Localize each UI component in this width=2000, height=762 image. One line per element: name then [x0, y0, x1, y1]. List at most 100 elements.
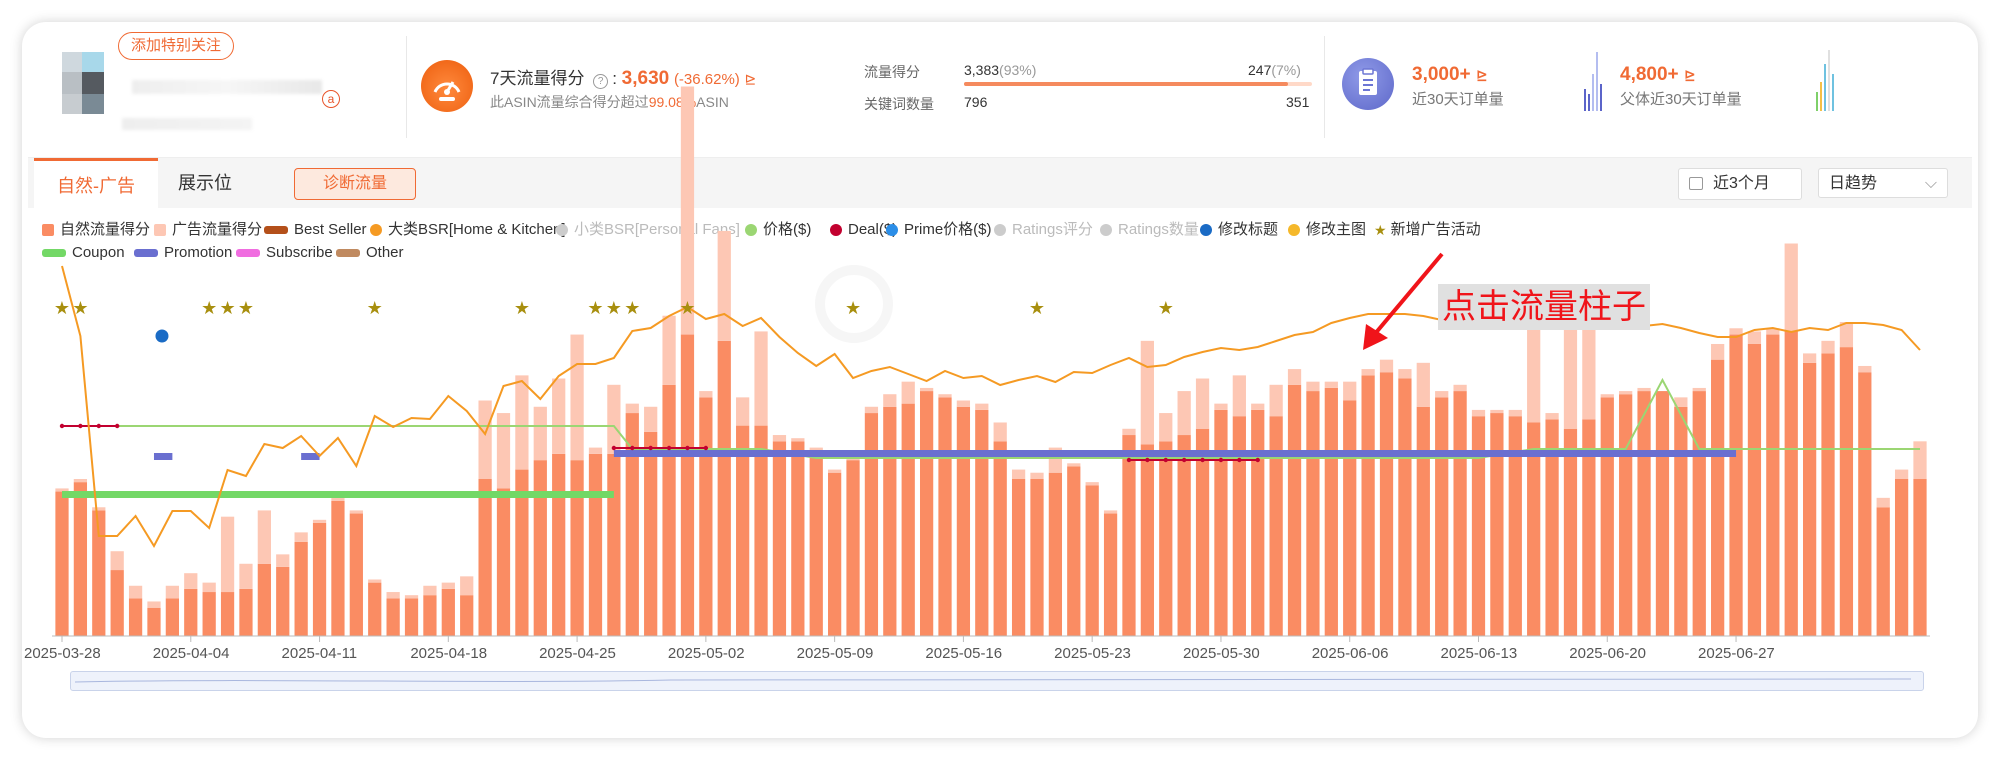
ad-traffic-bar[interactable] [202, 582, 216, 593]
ad-traffic-bar[interactable] [1784, 243, 1798, 332]
ad-traffic-bar[interactable] [607, 384, 621, 454]
natural-traffic-bar[interactable] [1324, 387, 1338, 636]
natural-traffic-bar[interactable] [312, 522, 327, 636]
natural-traffic-bar[interactable] [1269, 416, 1283, 636]
natural-traffic-bar[interactable] [1159, 441, 1173, 636]
ad-traffic-bar[interactable] [276, 554, 290, 567]
ad-traffic-bar[interactable] [1508, 409, 1522, 417]
natural-traffic-bar[interactable] [1619, 394, 1633, 636]
ad-traffic-bar[interactable] [1085, 482, 1099, 486]
ad-traffic-bar[interactable] [570, 334, 584, 461]
natural-traffic-bar[interactable] [1600, 397, 1614, 636]
natural-traffic-bar[interactable] [368, 582, 382, 636]
ad-traffic-bar[interactable] [239, 563, 253, 589]
natural-traffic-bar[interactable] [1140, 444, 1154, 636]
ad-traffic-bar[interactable] [184, 573, 198, 589]
ad-traffic-bar[interactable] [1711, 343, 1725, 360]
natural-traffic-bar[interactable] [1839, 347, 1854, 636]
ad-traffic-bar[interactable] [1821, 340, 1835, 354]
ad-traffic-bar[interactable] [901, 381, 915, 404]
ad-traffic-bar[interactable] [1913, 441, 1927, 479]
natural-traffic-bar[interactable] [975, 409, 989, 636]
ad-traffic-bar[interactable] [1803, 353, 1817, 363]
ad-traffic-bar[interactable] [386, 592, 400, 599]
ad-traffic-bar[interactable] [257, 510, 271, 564]
natural-traffic-bar[interactable] [644, 431, 658, 636]
ad-traffic-bar[interactable] [1232, 375, 1246, 417]
new-ad-campaign-star[interactable]: ★ [587, 298, 603, 319]
natural-traffic-bar[interactable] [276, 566, 290, 636]
ad-traffic-bar[interactable] [1471, 409, 1486, 417]
natural-traffic-bar[interactable] [404, 598, 419, 636]
ad-traffic-bar[interactable] [294, 532, 308, 542]
natural-traffic-bar[interactable] [423, 595, 437, 636]
ad-traffic-bar[interactable] [441, 582, 455, 589]
ad-traffic-bar[interactable] [165, 585, 179, 599]
natural-traffic-bar[interactable] [1894, 479, 1909, 636]
ad-traffic-bar[interactable] [404, 595, 419, 599]
new-ad-campaign-star[interactable]: ★ [1029, 298, 1045, 319]
natural-traffic-bar[interactable] [938, 397, 952, 636]
natural-traffic-bar[interactable] [1361, 375, 1375, 636]
ad-traffic-bar[interactable] [312, 519, 327, 523]
ad-traffic-bar[interactable] [331, 497, 345, 501]
natural-traffic-bar[interactable] [147, 607, 161, 636]
ad-traffic-bar[interactable] [423, 585, 437, 596]
ad-traffic-bar[interactable] [791, 438, 805, 442]
ad-traffic-bar[interactable] [1398, 369, 1412, 379]
natural-traffic-bar[interactable] [1692, 391, 1706, 636]
ad-traffic-bar[interactable] [754, 331, 768, 426]
ad-traffic-bar[interactable] [864, 406, 879, 414]
natural-traffic-bar[interactable] [772, 441, 787, 636]
natural-traffic-bar[interactable] [220, 592, 235, 636]
natural-traffic-bar[interactable] [1416, 406, 1430, 636]
natural-traffic-bar[interactable] [1343, 400, 1357, 637]
natural-traffic-bar[interactable] [956, 406, 971, 636]
natural-traffic-bar[interactable] [754, 425, 768, 636]
ad-traffic-bar[interactable] [1122, 428, 1136, 436]
natural-traffic-bar[interactable] [1214, 409, 1228, 636]
ad-traffic-bar[interactable] [1324, 381, 1338, 388]
ad-traffic-bar[interactable] [1729, 328, 1743, 335]
ad-traffic-bar[interactable] [460, 576, 474, 596]
natural-traffic-bar[interactable] [1103, 513, 1118, 636]
ad-traffic-bar[interactable] [1894, 469, 1909, 479]
natural-traffic-bar[interactable] [1067, 466, 1081, 636]
ad-traffic-bar[interactable] [552, 378, 566, 454]
ad-traffic-bar[interactable] [1416, 362, 1430, 407]
natural-traffic-bar[interactable] [441, 588, 455, 636]
ad-traffic-bar[interactable] [1251, 403, 1265, 410]
ad-traffic-bar[interactable] [368, 579, 382, 583]
ad-traffic-bar[interactable] [1306, 381, 1320, 392]
ad-traffic-bar[interactable] [128, 585, 143, 599]
natural-traffic-bar[interactable] [717, 340, 731, 636]
ad-traffic-bar[interactable] [1067, 463, 1081, 467]
natural-traffic-bar[interactable] [1803, 362, 1817, 636]
natural-traffic-bar[interactable] [864, 413, 879, 636]
new-ad-campaign-star[interactable]: ★ [219, 298, 235, 319]
ad-traffic-bar[interactable] [1490, 409, 1504, 414]
ad-traffic-bar[interactable] [938, 394, 952, 398]
natural-traffic-bar[interactable] [1674, 406, 1688, 636]
natural-traffic-bar[interactable] [1471, 416, 1486, 636]
new-ad-campaign-star[interactable]: ★ [201, 298, 217, 319]
new-ad-campaign-star[interactable]: ★ [238, 298, 254, 319]
ad-traffic-bar[interactable] [1619, 391, 1633, 395]
natural-traffic-bar[interactable] [552, 453, 566, 636]
natural-traffic-bar[interactable] [1379, 372, 1394, 636]
ad-traffic-bar[interactable] [1287, 369, 1302, 385]
natural-traffic-bar[interactable] [901, 403, 915, 636]
ad-traffic-bar[interactable] [1177, 391, 1191, 436]
ad-traffic-bar[interactable] [1103, 510, 1118, 514]
new-ad-campaign-star[interactable]: ★ [845, 298, 861, 319]
new-ad-campaign-star[interactable]: ★ [624, 298, 640, 319]
natural-traffic-bar[interactable] [883, 406, 897, 636]
ad-traffic-bar[interactable] [92, 507, 106, 511]
natural-traffic-bar[interactable] [1508, 416, 1522, 636]
ad-traffic-bar[interactable] [220, 516, 235, 593]
ad-traffic-bar[interactable] [1563, 328, 1578, 429]
ad-traffic-bar[interactable] [1545, 413, 1559, 420]
natural-traffic-bar[interactable] [1563, 428, 1578, 636]
natural-traffic-bar[interactable] [1251, 409, 1265, 636]
ad-traffic-bar[interactable] [147, 601, 161, 608]
